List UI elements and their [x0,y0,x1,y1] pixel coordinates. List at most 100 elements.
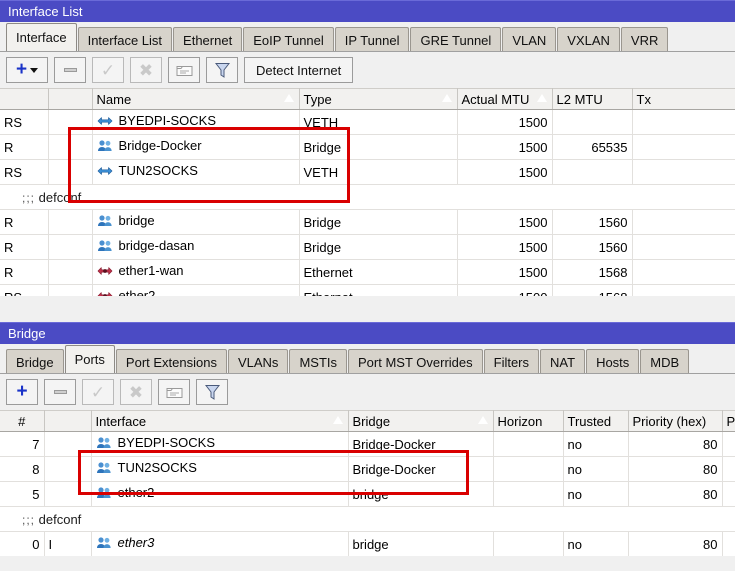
tab-mstis[interactable]: MSTIs [289,349,347,373]
add-button[interactable]: + [6,379,38,405]
sort-indicator-icon[interactable] [283,94,294,102]
interface-name-label: bridge [118,213,155,229]
status-cell [48,259,93,285]
table-row[interactable]: Rbridge-dasan Bridge 1500 1560 [0,234,735,260]
column-header-label: Tx [636,91,651,107]
interface-cell: ether3 [91,531,349,556]
column-header-blank[interactable] [0,88,49,110]
comment-button[interactable] [158,379,190,405]
veth-icon [97,117,112,125]
actual-mtu-cell: 1500 [457,259,553,285]
tab-vlan[interactable]: VLAN [502,27,557,51]
tab-mdb[interactable]: MDB [640,349,690,373]
column-header--[interactable]: # [0,410,45,432]
status-cell [48,109,93,135]
bridge-ports-table: # Interface Bridge Horizon Trusted Priority (… [0,410,735,556]
trusted-cell: no [563,481,629,507]
tx-cell [632,209,735,235]
filter-button[interactable] [196,379,228,405]
tab-eoip-tunnel[interactable]: EoIP Tunnel [243,27,334,51]
tab-label: Filters [493,355,530,370]
tab-hosts[interactable]: Hosts [586,349,640,373]
tab-ip-tunnel[interactable]: IP Tunnel [334,27,410,51]
name-cell: ether2 [92,284,300,296]
enable-button[interactable]: ✓ [92,57,124,83]
cell-text: no [567,536,582,552]
sort-indicator-icon[interactable] [536,94,547,102]
column-header-type[interactable]: Type [299,88,458,110]
type-cell: Bridge [299,134,458,160]
table-row[interactable]: R Bridge-Docker Bridge 1500 65535 [0,134,735,160]
tab-interface-list[interactable]: Interface List [77,27,173,51]
disable-button[interactable]: ✖ [120,379,152,405]
interface-name-label: BYEDPI-SOCKS [117,435,216,451]
column-header-p[interactable]: P [722,410,735,432]
table-row[interactable]: Rether1-wan Ethernet 1500 1568 [0,259,735,285]
chevron-down-icon[interactable] [30,67,39,73]
filter-button[interactable] [206,57,238,83]
tab-nat[interactable]: NAT [540,349,586,373]
status-cell [48,209,93,235]
comment-row[interactable]: ;;; defconf [0,506,735,532]
tab-interface[interactable]: Interface [6,23,77,51]
tab-vrr[interactable]: VRR [620,27,669,51]
column-header-priority-hex-[interactable]: Priority (hex) [628,410,723,432]
index-cell: 8 [0,456,45,482]
interface-name-label: ether1-wan [118,263,184,279]
tab-filters[interactable]: Filters [483,349,540,373]
priority-cell: 80 [628,431,723,457]
tab-label: VLAN [512,33,547,48]
column-header-horizon[interactable]: Horizon [493,410,564,432]
column-header-blank[interactable] [44,410,92,432]
table-row[interactable]: 8 TUN2SOCKS Bridge-Docker no 80 [0,456,735,482]
table-row[interactable]: RS TUN2SOCKS VETH 1500 [0,159,735,185]
remove-button[interactable] [44,379,76,405]
cell-text: no [567,461,582,477]
tab-port-extensions[interactable]: Port Extensions [115,349,227,373]
tab-vlans[interactable]: VLANs [227,349,289,373]
comment-row[interactable]: ;;; defconf [0,184,735,210]
tab-label: IP Tunnel [344,33,400,48]
table-row[interactable]: 7 BYEDPI-SOCKS Bridge-Docker no 80 [0,431,735,457]
tab-ethernet[interactable]: Ethernet [173,27,243,51]
tab-port-mst-overrides[interactable]: Port MST Overrides [348,349,483,373]
sort-indicator-icon[interactable] [441,94,452,102]
enable-button[interactable]: ✓ [82,379,114,405]
index-cell: 0 [0,531,45,556]
comment-button[interactable] [168,57,200,83]
tab-gre-tunnel[interactable]: GRE Tunnel [410,27,502,51]
interface-name-label: BYEDPI-SOCKS [118,113,217,129]
column-header-blank[interactable] [48,88,93,110]
table-row[interactable]: 5 ether2 bridge no 80 [0,481,735,507]
tab-ports[interactable]: Ports [64,345,115,373]
cell-text: Ethernet [304,290,353,297]
tab-label: Interface [16,30,67,45]
column-header-name[interactable]: Name [92,88,300,110]
table-row[interactable]: 0 Iether3 bridge no 80 [0,531,735,556]
detect-internet-button[interactable]: Detect Internet [244,57,354,83]
table-row[interactable]: RS ether2 Ethernet 1500 1568 [0,284,735,297]
disable-button[interactable]: ✖ [130,57,162,83]
column-header-actual-mtu[interactable]: Actual MTU [457,88,553,110]
tab-vxlan[interactable]: VXLAN [557,27,620,51]
table-row[interactable]: Rbridge Bridge 1500 1560 [0,209,735,235]
column-header-trusted[interactable]: Trusted [563,410,629,432]
table-row[interactable]: RS BYEDPI-SOCKS VETH 1500 [0,109,735,135]
bridge-icon [97,240,112,251]
bridge-titlebar[interactable]: Bridge [0,322,735,344]
interface-tabbar[interactable]: Interface Interface List Ethernet EoIP Tunn… [0,22,735,52]
bridge-icon [96,537,111,548]
column-header-l2-mtu[interactable]: L2 MTU [552,88,633,110]
bridge-tabbar[interactable]: Bridge Ports Port Extensions VLANs MSTIs Port… [0,344,735,374]
sort-indicator-icon[interactable] [477,416,488,424]
horizon-cell [493,481,564,507]
column-header-bridge[interactable]: Bridge [348,410,494,432]
remove-button[interactable] [54,57,86,83]
tab-bridge[interactable]: Bridge [6,349,64,373]
interface-list-titlebar[interactable]: Interface List [0,0,735,22]
add-button[interactable]: + [6,57,48,83]
column-header-tx[interactable]: Tx [632,88,735,110]
cell-text: 80 [703,536,718,552]
column-header-interface[interactable]: Interface [91,410,349,432]
sort-indicator-icon[interactable] [332,416,343,424]
